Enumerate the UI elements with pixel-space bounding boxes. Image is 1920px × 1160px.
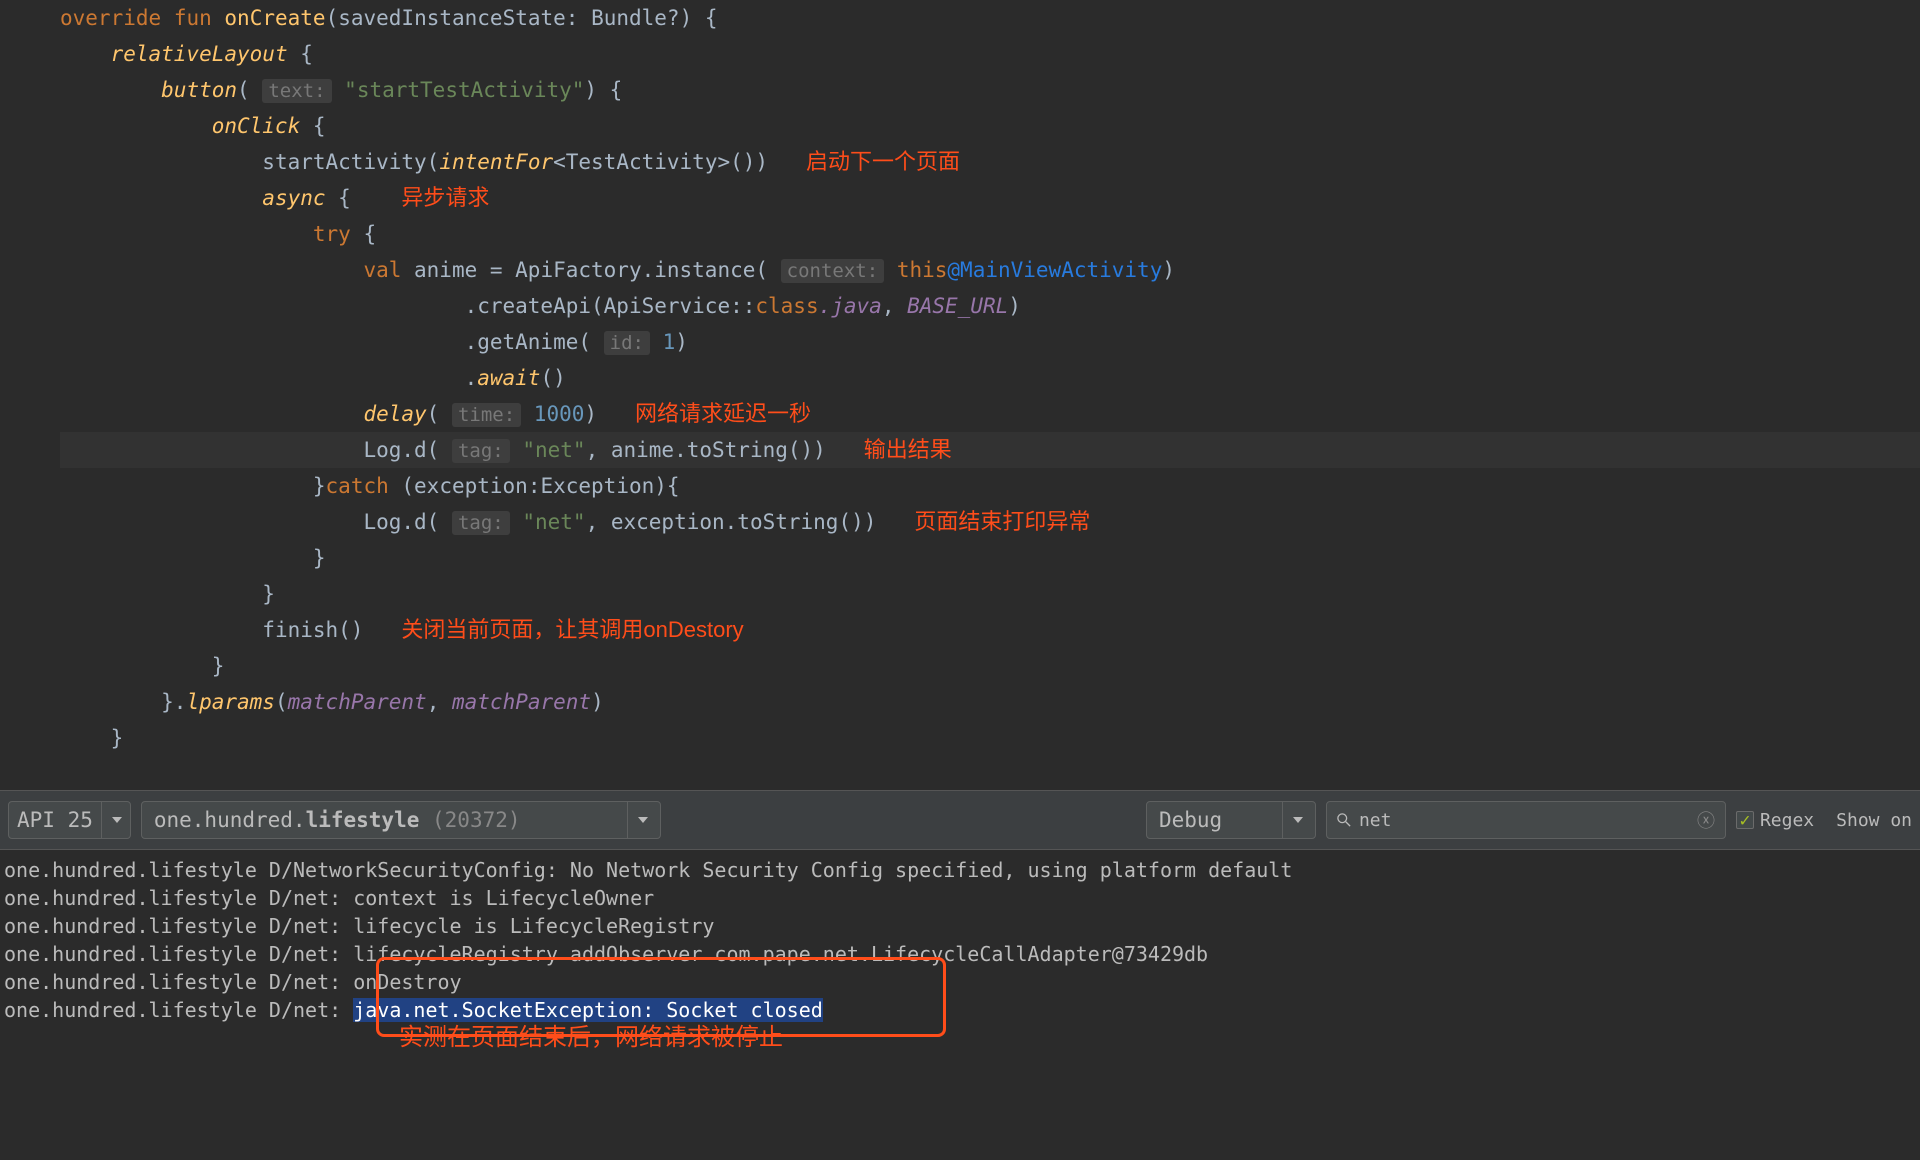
annotation: 关闭当前页面，让其调用onDestory	[401, 617, 743, 642]
async-call: async	[262, 186, 325, 210]
keyword: try	[313, 222, 351, 246]
code-line[interactable]: val anime = ApiFactory.instance( context…	[60, 252, 1920, 288]
code-line[interactable]: finish() 关闭当前页面，让其调用onDestory	[60, 612, 1920, 648]
process-label: one.hundred.lifestyle (20372)	[154, 808, 521, 832]
code-line[interactable]: .await()	[60, 360, 1920, 396]
log-line: one.hundred.lifestyle D/net: onDestroy	[4, 968, 1920, 996]
annotation: 页面结束打印异常	[914, 509, 1090, 534]
search-icon	[1337, 813, 1351, 827]
brace: {	[288, 42, 313, 66]
method-call: intentFor	[439, 150, 553, 174]
code-line[interactable]: }	[60, 576, 1920, 612]
logcat-output[interactable]: one.hundred.lifestyle D/NetworkSecurityC…	[0, 850, 1920, 1052]
log-line: one.hundred.lifestyle D/net: lifecycleRe…	[4, 940, 1920, 968]
annotation: 启动下一个页面	[806, 149, 960, 174]
code-line[interactable]: onClick {	[60, 108, 1920, 144]
logcat-toolbar: API 25 one.hundred.lifestyle (20372) Deb…	[0, 790, 1920, 850]
annotation: 异步请求	[401, 185, 489, 210]
code-line[interactable]: }catch (exception:Exception){	[60, 468, 1920, 504]
constant: BASE_URL	[907, 294, 1008, 318]
dsl-call: button	[161, 78, 237, 102]
code-line[interactable]: delay( time: 1000) 网络请求延迟一秒	[60, 396, 1920, 432]
api-label: API 25	[17, 808, 93, 832]
highlighted-exception: java.net.SocketException: Socket closed	[353, 998, 823, 1022]
log-line: one.hundred.lifestyle D/net: context is …	[4, 884, 1920, 912]
code-line[interactable]: async { 异步请求	[60, 180, 1920, 216]
keyword-override: override	[60, 6, 161, 30]
at-reference: @MainViewActivity	[947, 258, 1162, 282]
log-level-dropdown[interactable]: Debug	[1146, 801, 1316, 839]
code-line[interactable]: .getAnime( id: 1)	[60, 324, 1920, 360]
chevron-down-icon	[1293, 817, 1303, 823]
method-name: onCreate	[224, 6, 325, 30]
code-line[interactable]: try {	[60, 216, 1920, 252]
annotation: 网络请求延迟一秒	[635, 401, 811, 426]
dsl-call: relativeLayout	[111, 42, 288, 66]
level-label: Debug	[1159, 808, 1222, 832]
annotation-bottom: 实测在页面结束后，网络请求被停止	[4, 1024, 1920, 1052]
code-line[interactable]: }.lparams(matchParent, matchParent)	[60, 684, 1920, 720]
code-line[interactable]: override fun onCreate(savedInstanceState…	[60, 0, 1920, 36]
param-hint: context:	[781, 259, 885, 283]
log-line: one.hundred.lifestyle D/net: java.net.So…	[4, 996, 1920, 1024]
code-line[interactable]: }	[60, 540, 1920, 576]
keyword: val	[363, 258, 401, 282]
code-line[interactable]: }	[60, 720, 1920, 756]
show-only-label: Show on	[1836, 810, 1912, 831]
api-level-dropdown[interactable]: API 25	[8, 801, 131, 839]
chevron-down-icon	[112, 817, 122, 823]
annotation: 输出结果	[864, 437, 952, 462]
param-hint: text:	[262, 79, 331, 103]
param-hint: id:	[604, 331, 650, 355]
method-call: startActivity(	[262, 150, 439, 174]
code-line[interactable]: }	[60, 648, 1920, 684]
param-hint: tag:	[452, 439, 510, 463]
regex-checkbox[interactable]: ✓ Regex	[1736, 810, 1814, 831]
code-line[interactable]: relativeLayout {	[60, 36, 1920, 72]
process-dropdown[interactable]: one.hundred.lifestyle (20372)	[141, 801, 661, 839]
params: (savedInstanceState: Bundle?) {	[326, 6, 718, 30]
code-line[interactable]: .createApi(ApiService::class.java, BASE_…	[60, 288, 1920, 324]
code-line[interactable]: Log.d( tag: "net", exception.toString())…	[60, 504, 1920, 540]
code-line-active[interactable]: Log.d( tag: "net", anime.toString()) 输出结…	[60, 432, 1920, 468]
string: "startTestActivity"	[344, 78, 584, 102]
chevron-down-icon	[638, 817, 648, 823]
keyword-fun: fun	[174, 6, 212, 30]
code-line[interactable]: startActivity(intentFor<TestActivity>())…	[60, 144, 1920, 180]
checkbox-icon: ✓	[1736, 811, 1754, 829]
param-hint: time:	[452, 403, 521, 427]
search-box[interactable]: ⓧ	[1326, 801, 1726, 839]
lambda: onClick	[212, 114, 301, 138]
clear-icon[interactable]: ⓧ	[1697, 807, 1715, 833]
log-line: one.hundred.lifestyle D/net: lifecycle i…	[4, 912, 1920, 940]
code-line[interactable]: button( text: "startTestActivity") {	[60, 72, 1920, 108]
search-input[interactable]	[1359, 810, 1689, 831]
log-line: one.hundred.lifestyle D/NetworkSecurityC…	[4, 856, 1920, 884]
code-editor[interactable]: override fun onCreate(savedInstanceState…	[0, 0, 1920, 790]
param-hint: tag:	[452, 511, 510, 535]
